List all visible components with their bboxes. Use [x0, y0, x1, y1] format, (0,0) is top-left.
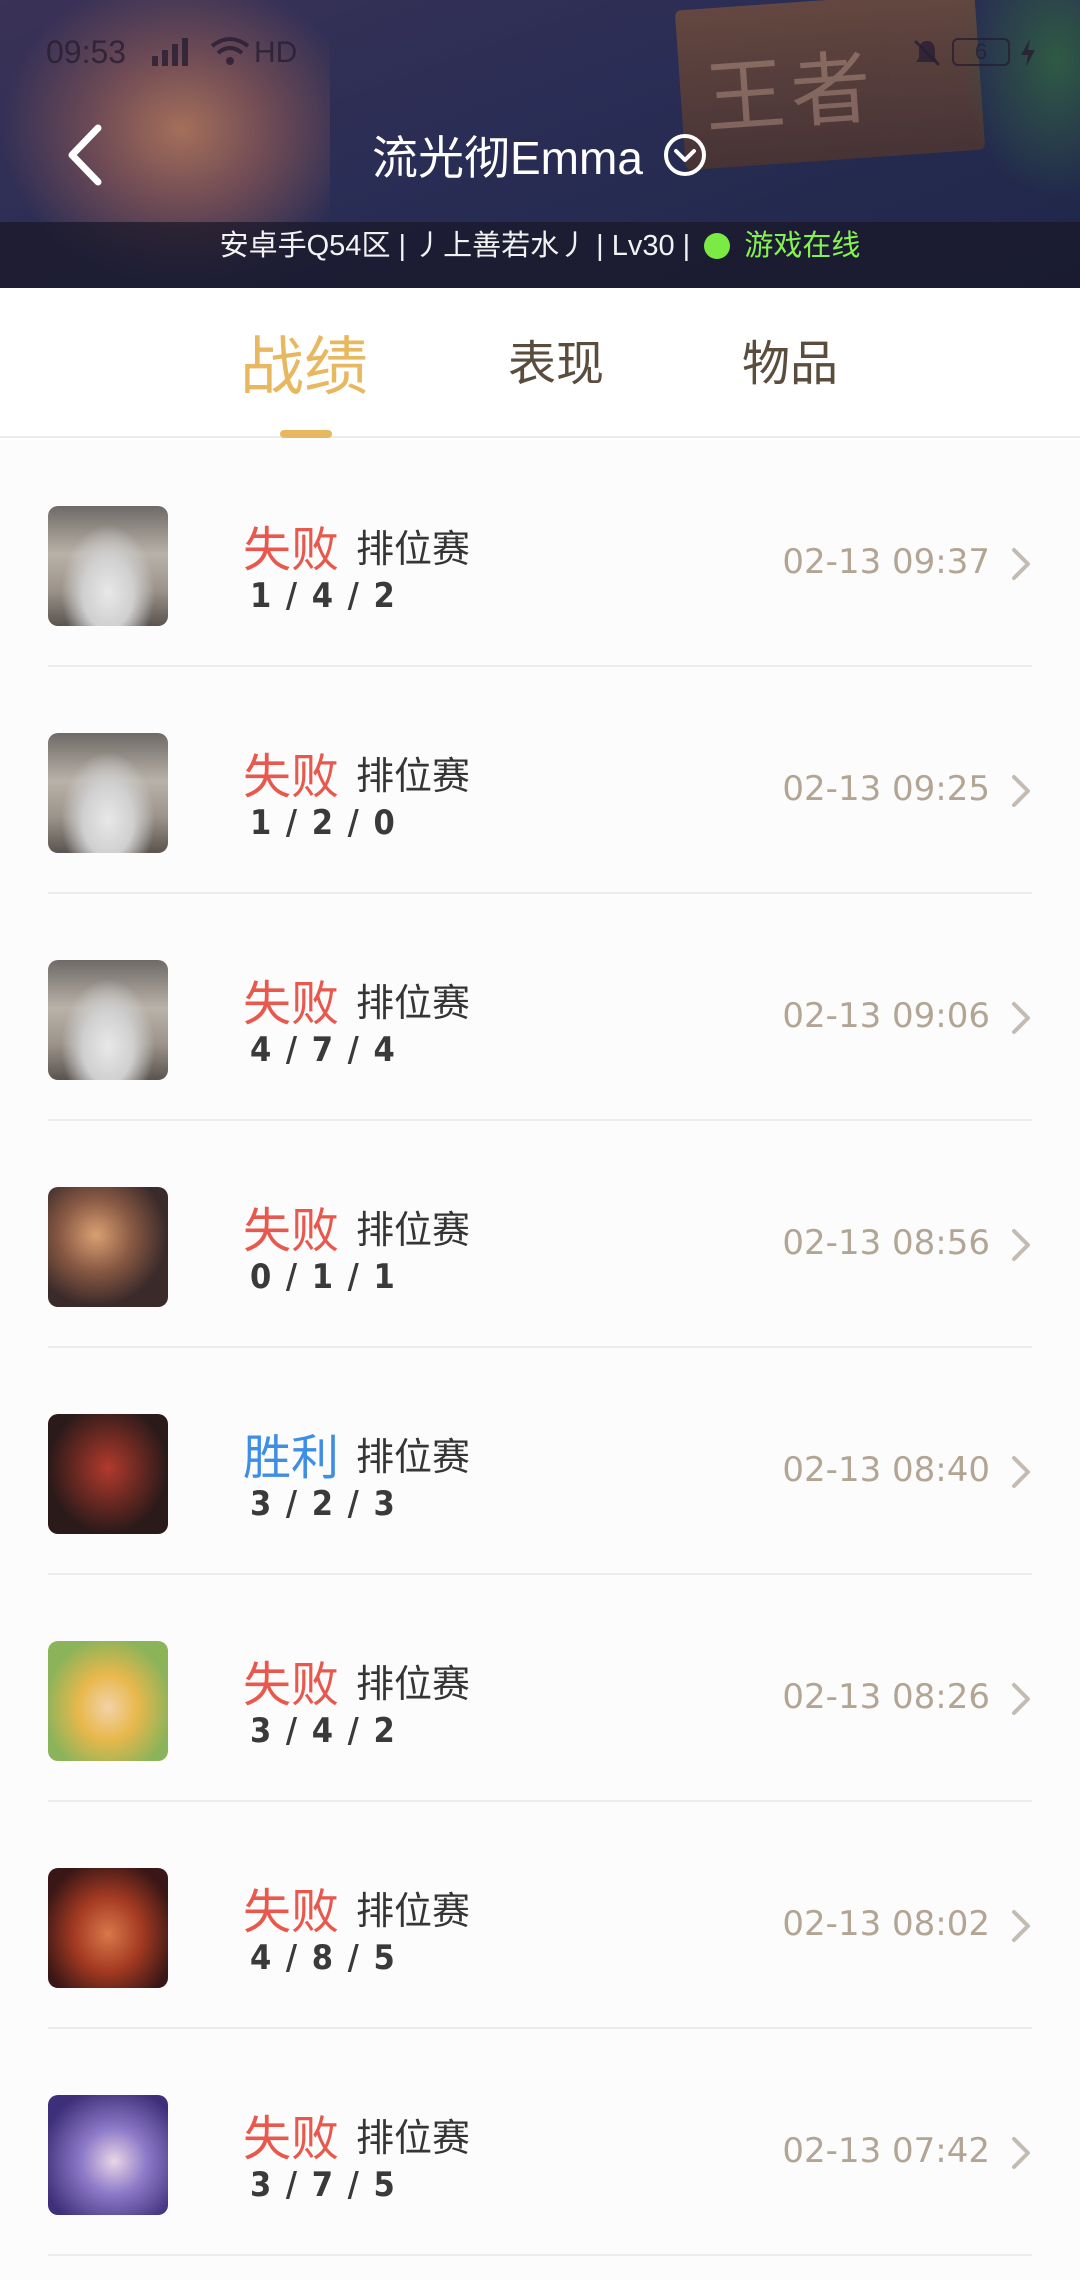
match-kda: 3 / 2 / 3 [250, 1484, 397, 1524]
match-kda: 3 / 7 / 5 [250, 2165, 397, 2205]
match-time: 02-13 08:56 [782, 1223, 990, 1263]
chevron-right-icon [1012, 775, 1030, 807]
chevron-right-icon [1012, 1910, 1030, 1942]
old-sage-avatar [48, 733, 168, 853]
purple-mage-avatar [48, 2095, 168, 2215]
tab-items[interactable]: 物品 [742, 324, 838, 394]
match-row[interactable]: 失败 排位赛 4 / 8 / 5 02-13 08:02 [0, 1802, 1080, 2029]
match-result: 失败 [243, 1659, 340, 1712]
profile-header: 王者 09:53 HD 6 流光彻Emma 安卓手Q54区 | 丿上善若水丿 |… [0, 0, 1080, 288]
match-kda: 1 / 4 / 2 [250, 576, 397, 616]
tab-active-indicator [280, 430, 332, 438]
signal-icon [152, 38, 188, 66]
chevron-right-icon [1012, 2137, 1030, 2169]
status-bar: 09:53 HD 6 [0, 0, 1080, 100]
match-row[interactable]: 失败 排位赛 0 / 1 / 1 02-13 08:56 [0, 1121, 1080, 1348]
girl-avatar [48, 1641, 168, 1761]
masked-warrior-avatar [48, 1414, 168, 1534]
match-time: 02-13 07:42 [782, 2131, 990, 2171]
match-time: 02-13 08:26 [782, 1677, 990, 1717]
match-kda: 4 / 8 / 5 [250, 1938, 397, 1978]
match-kda: 3 / 4 / 2 [250, 1711, 397, 1751]
match-result: 胜利 [243, 1432, 340, 1485]
status-time: 09:53 [46, 34, 127, 70]
match-mode: 排位赛 [356, 756, 471, 798]
match-row[interactable]: 失败 排位赛 1 / 4 / 2 02-13 09:37 [0, 440, 1080, 667]
match-kda: 0 / 1 / 1 [250, 1257, 397, 1297]
match-mode: 排位赛 [356, 983, 471, 1025]
match-mode: 排位赛 [356, 1210, 471, 1252]
match-time: 02-13 08:40 [782, 1450, 990, 1490]
match-time: 02-13 08:02 [782, 1904, 990, 1944]
chevron-down-circle-icon[interactable] [662, 132, 708, 178]
old-sage-avatar [48, 506, 168, 626]
online-status-text: 游戏在线 [744, 230, 861, 262]
chevron-right-icon [1012, 1229, 1030, 1261]
warrior-avatar [48, 1187, 168, 1307]
match-kda: 4 / 7 / 4 [250, 1030, 397, 1070]
match-kda: 1 / 2 / 0 [250, 803, 397, 843]
player-name-title[interactable]: 流光彻Emma [372, 122, 643, 188]
match-mode: 排位赛 [356, 1437, 471, 1479]
battery-icon: 6 [952, 38, 1010, 66]
match-result: 失败 [243, 1205, 340, 1258]
match-result: 失败 [243, 1886, 340, 1939]
match-row[interactable]: 失败 排位赛 4 / 7 / 4 02-13 09:06 [0, 894, 1080, 1121]
network-type: HD [254, 36, 298, 69]
chevron-right-icon [1012, 1683, 1030, 1715]
divider [48, 2254, 1032, 2256]
match-row[interactable]: 失败 排位赛 1 / 2 / 0 02-13 09:25 [0, 667, 1080, 894]
charging-icon [1021, 39, 1035, 67]
tab-bar: 战绩 表现 物品 [0, 288, 1080, 438]
match-time: 02-13 09:37 [782, 542, 990, 582]
match-row[interactable]: 胜利 排位赛 3 / 2 / 3 02-13 08:40 [0, 1348, 1080, 1575]
match-result: 失败 [243, 751, 340, 804]
match-mode: 排位赛 [356, 2118, 471, 2160]
match-mode: 排位赛 [356, 1891, 471, 1933]
chevron-right-icon [1012, 548, 1030, 580]
match-mode: 排位赛 [356, 529, 471, 571]
match-row[interactable]: 失败 排位赛 3 / 7 / 5 02-13 07:42 [0, 2029, 1080, 2256]
match-list: 失败 排位赛 1 / 4 / 2 02-13 09:37 失败 排位赛 1 / … [0, 440, 1080, 2280]
match-time: 02-13 09:25 [782, 769, 990, 809]
match-time: 02-13 09:06 [782, 996, 990, 1036]
red-warrior-avatar [48, 1868, 168, 1988]
mute-bell-icon [913, 39, 941, 67]
online-status-icon [704, 233, 731, 259]
match-result: 失败 [243, 978, 340, 1031]
match-result: 失败 [243, 524, 340, 577]
match-result: 失败 [243, 2113, 340, 2166]
player-info-text: 安卓手Q54区 | 丿上善若水丿 | Lv30 | [219, 230, 691, 262]
tab-performance[interactable]: 表现 [508, 324, 604, 394]
tab-battle-record[interactable]: 战绩 [240, 316, 368, 408]
chevron-right-icon [1012, 1456, 1030, 1488]
chevron-right-icon [1012, 1002, 1030, 1034]
player-info-bar: 安卓手Q54区 | 丿上善若水丿 | Lv30 | 游戏在线 [0, 222, 1080, 288]
match-row[interactable]: 失败 排位赛 3 / 4 / 2 02-13 08:26 [0, 1575, 1080, 1802]
old-sage-avatar [48, 960, 168, 1080]
title-wrap[interactable]: 流光彻Emma [0, 122, 1080, 192]
match-mode: 排位赛 [356, 1664, 471, 1706]
wifi-icon [210, 37, 250, 65]
